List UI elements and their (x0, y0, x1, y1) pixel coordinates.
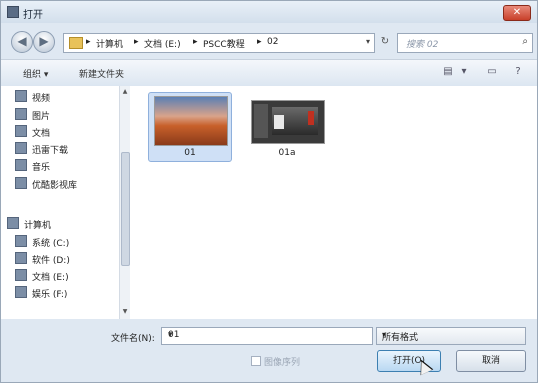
nav-item-youku[interactable]: 优酷影视库 (15, 177, 77, 191)
thumbnail-figure-white (274, 115, 284, 129)
help-icon[interactable]: ? (511, 65, 525, 79)
download-library-icon (15, 142, 27, 154)
nav-item-music[interactable]: 音乐 (15, 159, 50, 173)
thumbnail-figure-red (308, 111, 314, 125)
folder-icon (69, 37, 83, 49)
video-library-icon (15, 90, 27, 102)
breadcrumb-separator: ▸ (257, 37, 262, 47)
drive-icon (15, 235, 27, 247)
file-thumbnail-01a[interactable] (251, 100, 325, 144)
breadcrumb-drive-e[interactable]: 文档 (E:) (144, 37, 181, 50)
nav-item-drive-f[interactable]: 娱乐 (F:) (15, 286, 67, 300)
breadcrumb-computer[interactable]: 计算机 (96, 37, 123, 50)
nav-item-drive-d[interactable]: 软件 (D:) (15, 252, 70, 266)
nav-item-documents[interactable]: 文档 (15, 125, 50, 139)
image-sequence-checkbox[interactable]: 图像序列 (251, 355, 300, 368)
dialog-title: 打开 (23, 10, 43, 21)
file-name-01[interactable]: 01 (154, 148, 226, 158)
breadcrumb-separator: ▸ (86, 37, 91, 47)
nav-scrollbar[interactable]: ▲ ▼ (119, 86, 130, 319)
open-dialog: 打开 ✕ ◀ ▶ ▸ 计算机 ▸ 文档 (E:) ▸ PSCC教程 ▸ 02 ▾… (0, 0, 538, 383)
search-icon[interactable]: ⌕ (522, 36, 528, 47)
search-placeholder: 搜索 02 (406, 40, 439, 50)
drive-icon (15, 269, 27, 281)
view-icon[interactable]: ▤ (441, 65, 455, 79)
scroll-down-icon[interactable]: ▼ (121, 308, 129, 315)
app-icon (7, 6, 19, 18)
nav-item-drive-c[interactable]: 系统 (C:) (15, 235, 69, 249)
file-type-select[interactable]: 所有格式 ▾ (376, 327, 526, 345)
checkbox-box[interactable] (251, 356, 261, 366)
address-bar-row: ◀ ▶ ▸ 计算机 ▸ 文档 (E:) ▸ PSCC教程 ▸ 02 ▾ ↻ 搜索… (1, 27, 537, 57)
view-dropdown-icon[interactable]: ▾ (457, 65, 471, 79)
close-button[interactable]: ✕ (503, 5, 531, 21)
breadcrumb-separator: ▸ (193, 37, 198, 47)
file-name-01a[interactable]: 01a (251, 148, 323, 158)
picture-library-icon (15, 108, 27, 120)
breadcrumb-separator: ▸ (134, 37, 139, 47)
dialog-footer: 文件名(N): 01 ▾ 所有格式 ▾ 图像序列 打开(O) 取消 (1, 319, 537, 382)
new-folder-button[interactable]: 新建文件夹 (79, 67, 124, 80)
nav-item-thunder-downloads[interactable]: 迅雷下载 (15, 142, 68, 156)
breadcrumb-pscc[interactable]: PSCC教程 (203, 37, 245, 50)
title-bar: 打开 ✕ (1, 1, 537, 23)
drive-icon (15, 286, 27, 298)
document-library-icon (15, 125, 27, 137)
search-input[interactable]: 搜索 02 ⌕ (397, 33, 533, 53)
video-library-icon (15, 177, 27, 189)
nav-item-videos[interactable]: 视频 (15, 90, 50, 104)
breadcrumb-02[interactable]: 02 (267, 37, 278, 47)
refresh-icon[interactable]: ↻ (375, 33, 395, 51)
filename-label: 文件名(N): (111, 334, 155, 344)
address-dropdown-icon[interactable]: ▾ (366, 37, 370, 46)
address-field[interactable]: ▸ 计算机 ▸ 文档 (E:) ▸ PSCC教程 ▸ 02 ▾ (63, 33, 375, 53)
preview-pane-icon[interactable]: ▭ (485, 65, 499, 79)
nav-item-computer[interactable]: 计算机 (7, 217, 51, 231)
back-arrow-icon[interactable]: ◀ (11, 31, 33, 53)
organize-button[interactable]: 组织 ▾ (23, 67, 48, 80)
drive-icon (15, 252, 27, 264)
filename-dropdown-icon[interactable]: ▾ (168, 330, 368, 340)
computer-icon (7, 217, 19, 229)
file-type-dropdown-icon: ▾ (382, 330, 387, 339)
thumbnail-document (272, 107, 318, 135)
scroll-thumb[interactable] (121, 152, 130, 266)
command-toolbar: 组织 ▾ 新建文件夹 ▤ ▾ ▭ ? (1, 59, 537, 87)
music-library-icon (15, 159, 27, 171)
filename-input[interactable]: 01 ▾ (161, 327, 373, 345)
nav-item-pictures[interactable]: 图片 (15, 108, 50, 122)
cancel-button[interactable]: 取消 (456, 350, 526, 372)
file-thumbnail-01[interactable] (154, 96, 228, 146)
file-list: 01 01a (130, 86, 537, 319)
forward-arrow-icon[interactable]: ▶ (33, 31, 55, 53)
scroll-up-icon[interactable]: ▲ (121, 88, 129, 95)
thumbnail-panel (254, 104, 268, 138)
navigation-pane: 视频 图片 文档 迅雷下载 音乐 优酷影视库 计算机 系统 (C:) 软件 (D… (1, 86, 130, 319)
nav-item-drive-e[interactable]: 文档 (E:) (15, 269, 69, 283)
